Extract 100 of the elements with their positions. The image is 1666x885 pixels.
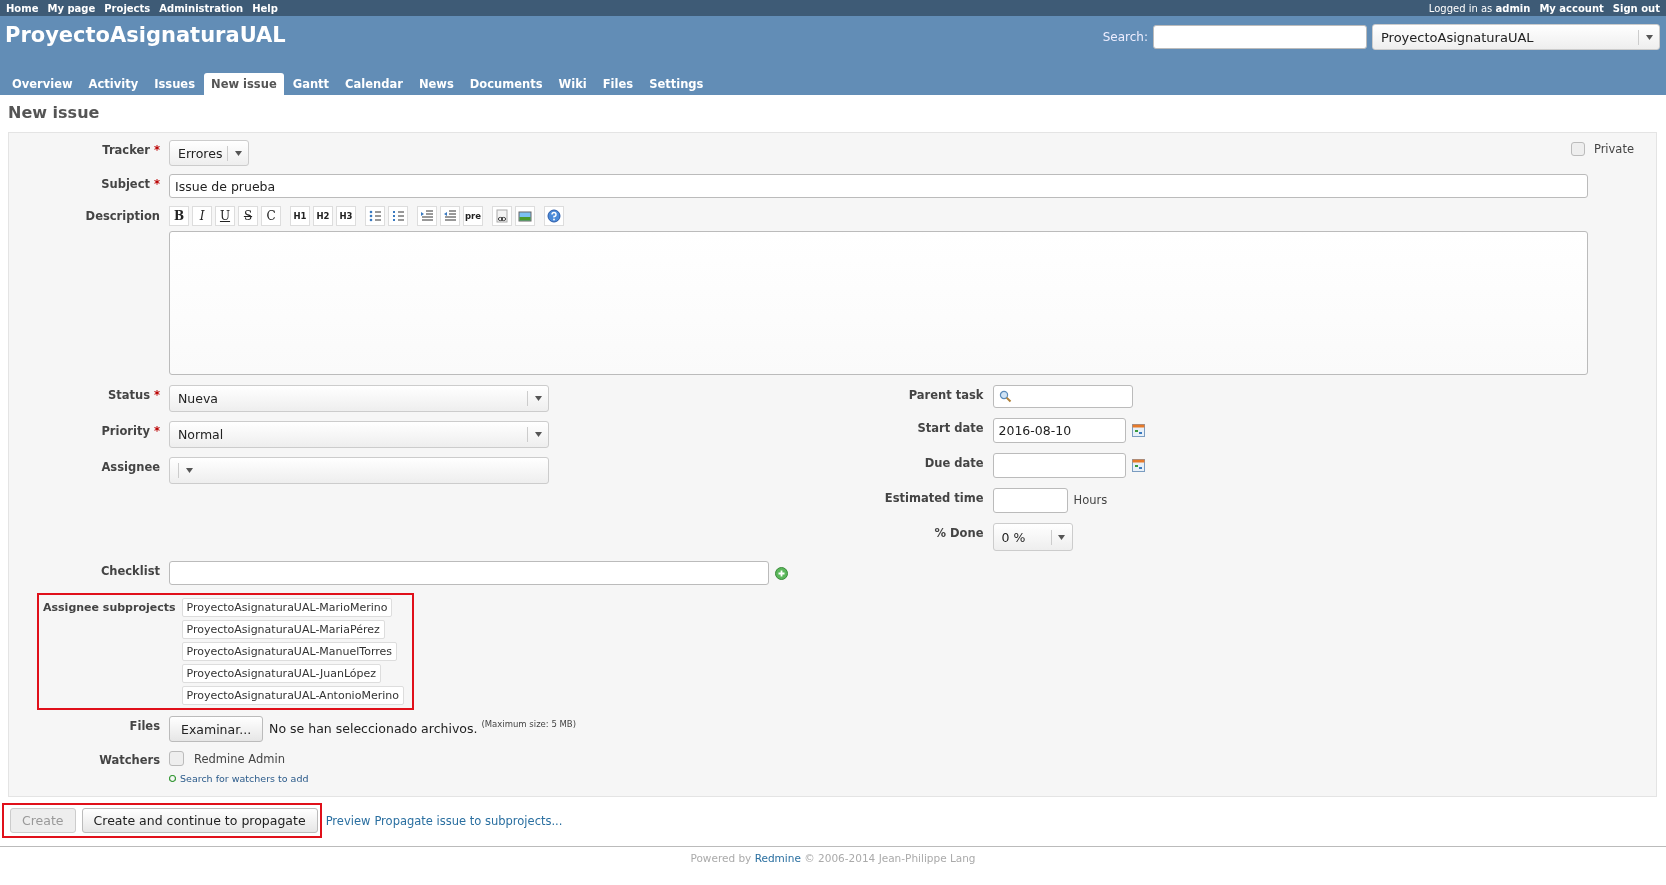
field-select[interactable]: Nueva [169, 385, 549, 412]
required-mark: * [154, 424, 160, 438]
max-size-note: (Maximum size: 5 MB) [481, 718, 576, 729]
dropdown-caret-icon [534, 396, 542, 401]
estimated-time-field[interactable] [992, 488, 1068, 513]
search-icon [998, 390, 1012, 403]
toolbar-button[interactable] [544, 206, 564, 226]
add-icon [169, 775, 176, 782]
nav-tab[interactable]: Documents [462, 73, 550, 95]
page-title: New issue [8, 103, 101, 122]
parent-task-field[interactable] [992, 385, 1133, 408]
field-label: Parent task [908, 388, 984, 402]
field-label: % Done [934, 526, 984, 540]
logged-in-text: Logged in as admin [1428, 2, 1531, 14]
outdent-icon [442, 208, 458, 224]
toolbar-button[interactable] [492, 206, 512, 226]
nav-tab[interactable]: Files [595, 73, 641, 95]
field-label: Assignee subprojects [43, 601, 176, 614]
toolbar-button[interactable]: I [192, 206, 212, 226]
bulleted-list-icon [367, 208, 383, 224]
search-watchers-link[interactable]: Search for watchers to add [180, 773, 309, 784]
unit-label: Hours [1073, 492, 1108, 509]
field-label: Subject [101, 177, 150, 191]
checklist-field[interactable] [169, 561, 769, 585]
create-continue-button[interactable]: Create and continue to propagate [81, 808, 318, 833]
field-label: Start date [917, 421, 984, 435]
field-label: Assignee [101, 460, 160, 474]
field-label: Description [85, 209, 160, 223]
nav-tab[interactable]: Settings [642, 73, 711, 95]
top-menu-link[interactable]: Help [252, 2, 278, 14]
field-label: Files [129, 719, 160, 733]
required-mark: * [154, 177, 160, 191]
field-label: Checklist [100, 564, 160, 578]
nav-tab[interactable]: Issues [147, 73, 202, 95]
calendar-icon[interactable] [1131, 424, 1145, 437]
nav-tab[interactable]: News [411, 73, 461, 95]
redmine-link[interactable]: Redmine [754, 852, 801, 864]
image-icon [517, 208, 533, 224]
search-label: Search: [1102, 30, 1148, 44]
nav-tab[interactable]: Calendar [338, 73, 410, 95]
tracker-select[interactable]: Errores [169, 140, 249, 166]
toolbar-button[interactable] [388, 206, 408, 226]
dropdown-caret-icon [1058, 534, 1065, 540]
done-select[interactable]: 0 % [992, 523, 1073, 551]
subproject-tag: ProyectoAsignaturaUAL-AntonioMerino [181, 686, 404, 705]
required-mark: * [154, 143, 160, 157]
toolbar-button[interactable] [365, 206, 385, 226]
toolbar-button[interactable]: H3 [336, 206, 356, 226]
propagate-link[interactable]: Propagate issue to subprojects... [374, 813, 563, 828]
dropdown-caret-icon [534, 432, 542, 437]
dropdown-caret-icon [185, 468, 193, 473]
top-menu-link[interactable]: Sign out [1612, 2, 1660, 14]
nav-tab[interactable]: Overview [5, 73, 80, 95]
toolbar-button[interactable]: H1 [290, 206, 310, 226]
nav-tab[interactable]: Activity [81, 73, 146, 95]
numbered-list-icon [390, 208, 406, 224]
private-checkbox[interactable] [1570, 142, 1585, 156]
dropdown-caret-icon [1645, 34, 1653, 40]
top-menu-link[interactable]: Projects [104, 2, 151, 14]
field-label: Tracker [102, 143, 150, 157]
subproject-tag: ProyectoAsignaturaUAL-MarioMerino [181, 598, 393, 617]
nav-tab[interactable]: Gantt [285, 73, 337, 95]
watcher-checkbox[interactable] [169, 751, 184, 766]
search-field[interactable] [1153, 25, 1367, 49]
add-icon[interactable] [775, 566, 788, 580]
field-label: Priority [101, 424, 150, 438]
browse-button[interactable]: Examinar... [169, 716, 264, 742]
checkbox-label: Private [1593, 142, 1634, 156]
link-icon [494, 208, 510, 224]
top-menu-link[interactable]: Home [6, 2, 39, 14]
subproject-tag: ProyectoAsignaturaUAL-MariaPérez [181, 620, 385, 639]
top-menu-link[interactable]: My page [47, 2, 96, 14]
toolbar-button[interactable]: pre [463, 206, 483, 226]
nav-tab[interactable]: New issue [204, 73, 284, 95]
field-label: Status [107, 388, 150, 402]
footer-text: Powered by Redmine © 2006-2014 Jean-Philippe Lang [690, 852, 976, 864]
top-menu-link[interactable]: My account [1539, 2, 1604, 14]
date-field[interactable] [992, 453, 1126, 478]
toolbar-button[interactable]: U [215, 206, 235, 226]
file-status-text: No se han seleccionado archivos. [269, 720, 478, 736]
preview-link[interactable]: Preview [325, 813, 371, 828]
toolbar-button[interactable]: B [169, 206, 189, 226]
indent-icon [419, 208, 435, 224]
subject-field[interactable]: Issue de prueba [169, 174, 1588, 198]
nav-tab[interactable]: Wiki [551, 73, 594, 95]
project-title: ProyectoAsignaturaUAL [5, 22, 286, 47]
field-select[interactable] [169, 457, 549, 484]
toolbar-button[interactable]: C [261, 206, 281, 226]
toolbar-button[interactable] [515, 206, 535, 226]
subproject-tag: ProyectoAsignaturaUAL-JuanLópez [181, 664, 382, 683]
field-select[interactable]: Normal [169, 421, 549, 448]
top-menu-link[interactable]: Administration [159, 2, 244, 14]
toolbar-button[interactable]: S [238, 206, 258, 226]
date-field[interactable]: 2016-08-10 [992, 418, 1126, 443]
project-select[interactable]: ProyectoAsignaturaUAL [1372, 24, 1660, 50]
field-label: Estimated time [884, 491, 984, 505]
field-label: Due date [924, 456, 984, 470]
toolbar-button[interactable]: H2 [313, 206, 333, 226]
calendar-icon[interactable] [1131, 459, 1145, 472]
help-icon [546, 208, 562, 224]
